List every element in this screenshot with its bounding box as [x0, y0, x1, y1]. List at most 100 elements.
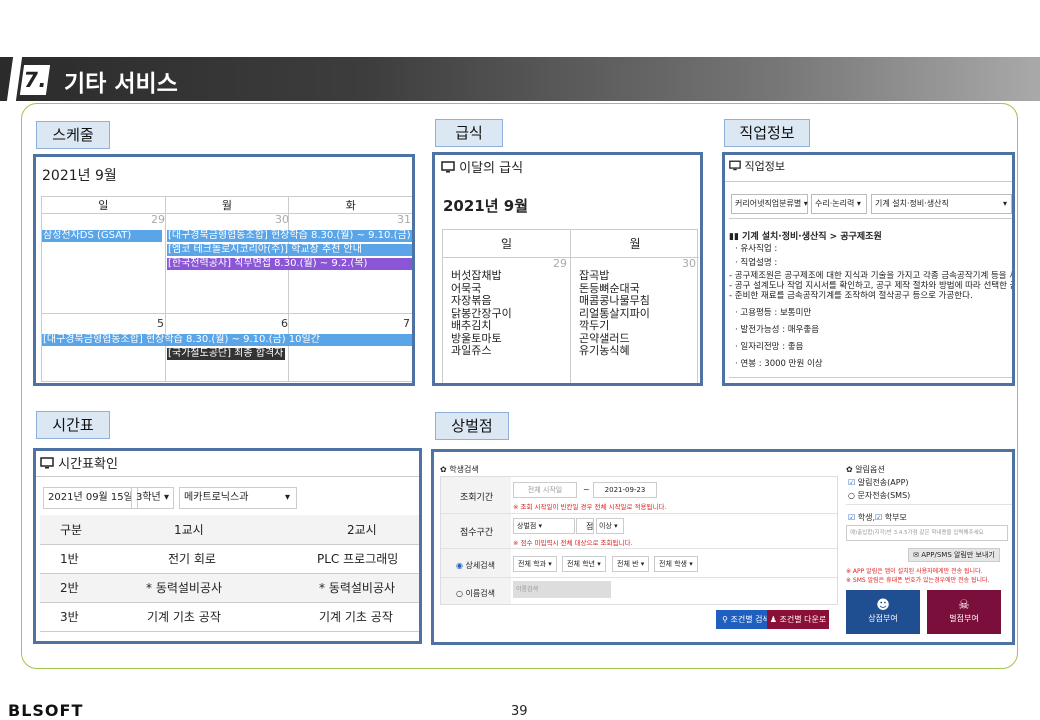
- checkbox-checked-icon: ☑: [874, 513, 883, 522]
- table-header: 구분: [40, 515, 102, 545]
- period-note: ※ 조회 시작일이 빈칸일 경우 전체 시작일로 적용됩니다.: [513, 503, 667, 511]
- timetable-heading: 시간표확인: [40, 453, 118, 472]
- meal-item: 버섯잡채밥: [451, 269, 502, 282]
- app-checkbox[interactable]: ☑ 알림전송(APP): [848, 477, 909, 488]
- meal-heading-text: 이달의 급식: [459, 161, 524, 176]
- meal-item: 유기농식혜: [579, 344, 630, 357]
- message-input[interactable]: 예)출입합(지각)반 3.4.5가점 같은 학내용을 입력해주세요: [846, 525, 1008, 541]
- job-line: · 고용평등 : 보통미만: [735, 308, 812, 318]
- download-button[interactable]: ♟ 조건별 다운로드: [767, 610, 829, 642]
- divider: [441, 548, 837, 549]
- job-ability-select[interactable]: 수리·논리력 ▾: [811, 194, 867, 214]
- reward-panel: ✿ 학생검색 조회기간 전체 시작일 ~ 2021-09-23 ※ 조회 시작일…: [431, 449, 1015, 645]
- score-type-select[interactable]: 상벌점 ▾: [513, 518, 575, 534]
- job-heading-text: 직업정보: [744, 160, 785, 173]
- section-number: 7.: [19, 65, 51, 95]
- calendar-event[interactable]: [국가철도공단] 최종 합격자: [167, 348, 285, 360]
- envelope-icon: ✉: [913, 551, 920, 559]
- table-header: 1교시: [102, 515, 282, 545]
- button-label: 상점부여: [868, 614, 898, 623]
- grade-select[interactable]: 3학년 ▾: [131, 487, 174, 509]
- meal-day-header: 일: [443, 230, 570, 258]
- table-cell: * 동력설비공사: [102, 573, 282, 603]
- job-title: ▮▮ 기계 설치·정비·생산직 > 공구제조원: [729, 229, 882, 242]
- job-line: · 연봉 : 3000 만원 이상: [735, 359, 823, 369]
- student-search-title: ✿ 학생검색: [440, 464, 479, 475]
- calendar-cell[interactable]: [41, 313, 166, 382]
- department-select[interactable]: 메카트로닉스과 ▾: [179, 487, 297, 509]
- monitor-icon: [441, 161, 455, 173]
- smile-icon: ☻: [876, 598, 890, 613]
- select-value: 전체 학생: [659, 560, 687, 568]
- table-row: 1반 전기 회로 PLC 프로그래밍: [40, 544, 419, 574]
- plus-point-button[interactable]: ☻ 상점부여: [846, 590, 920, 634]
- meal-panel: 이달의 급식 2021년 9월 일 29 버섯잡채밥 어묵국 자장볶음 닭봉간장구이 배…: [432, 152, 703, 386]
- period-end-input[interactable]: 2021-09-23: [593, 482, 657, 498]
- dept-select[interactable]: 전체 학과 ▾: [513, 556, 557, 572]
- checkbox-label: 학부모: [884, 513, 907, 522]
- title-text: 학생검색: [449, 465, 479, 474]
- calendar-event[interactable]: [엠코 테크놀로지코리아(주)] 학교장 추천 안내: [167, 244, 412, 256]
- detail-search-radio[interactable]: ◉ 상세검색: [456, 560, 495, 571]
- sms-note: ※ SMS 알림은 휴대폰 번호가 있는경우에만 전송 됩니다.: [846, 577, 990, 584]
- meal-item: 매콤콩나물무침: [579, 294, 650, 307]
- label-schedule: 스케줄: [36, 121, 110, 149]
- schedule-calendar: 2021년 9월 일 월 화 29 30 31 5 6 7 삼성전자DS (GS…: [33, 154, 415, 386]
- meal-heading: 이달의 급식: [441, 157, 523, 176]
- tilde: ~: [583, 485, 590, 494]
- class-select[interactable]: 전체 반 ▾: [612, 556, 650, 572]
- sms-radio[interactable]: ○ 문자전송(SMS): [848, 490, 910, 501]
- table-cell: 기계 기초 공작: [102, 602, 282, 632]
- grade-select[interactable]: 전체 학년 ▾: [562, 556, 606, 572]
- target-checkboxes[interactable]: ☑ 학생,☑ 학부모: [848, 512, 907, 523]
- button-label: APP/SMS 알림만 보내기: [921, 551, 995, 559]
- page-number: 39: [511, 704, 528, 719]
- calendar-event[interactable]: 삼성전자DS (GSAT): [42, 230, 162, 242]
- student-select[interactable]: 전체 학생 ▾: [654, 556, 698, 572]
- gear-icon: ✿: [846, 465, 853, 474]
- radio-empty-icon: ○: [848, 491, 855, 500]
- name-search-input[interactable]: 이름검색: [513, 581, 611, 598]
- chevron-down-icon: ▾: [163, 492, 169, 503]
- select-value: 이상: [599, 522, 612, 530]
- calendar-event[interactable]: [대구경북금형협동조합] 현장학습 8.30.(월) ~ 9.10.(금) 10…: [42, 334, 412, 346]
- timetable-table: 구분 1교시 2교시 1반 전기 회로 PLC 프로그래밍 2반 * 동력설비공사 * …: [40, 515, 419, 632]
- app-note: ※ APP 알림은 앱이 설치된 사용자에게만 전송 됩니다.: [846, 568, 983, 575]
- meal-items-mon: 잡곡밥 돈등뼈순대국 매콤콩나물무침 리얼통살지파이 깍두기 곤약샐러드 유기농식혜: [571, 269, 699, 358]
- job-line: · 발전가능성 : 매우좋음: [735, 325, 820, 335]
- label-reward: 상벌점: [435, 412, 509, 440]
- minus-point-button[interactable]: ☠ 벌점부여: [927, 590, 1001, 634]
- table-cell: 3반: [40, 602, 102, 632]
- job-title-text: 기계 설치·정비·생산직 > 공구제조원: [742, 232, 882, 242]
- period-start-input[interactable]: 전체 시작일: [513, 482, 577, 498]
- job-field-select[interactable]: 기계 설치·정비·생산직 ▾: [871, 194, 1012, 214]
- select-value: 전체 학과: [518, 560, 546, 568]
- date-number: 31: [397, 213, 411, 226]
- gear-icon: ✿: [440, 465, 447, 474]
- label-timetable: 시간표: [36, 411, 110, 439]
- meal-items-sun: 버섯잡채밥 어묵국 자장볶음 닭봉간장구이 배추김치 방울토마토 과일쥬스: [443, 269, 570, 358]
- timetable-heading-text: 시간표확인: [58, 457, 118, 472]
- label-meal: 급식: [435, 119, 503, 147]
- job-panel: 직업정보 커리어넷직업분류별 ▾ 수리·논리력 ▾ 기계 설치·정비·생산직 ▾ …: [722, 152, 1015, 386]
- calendar-event[interactable]: [한국전력공사] 직무면접 8.30.(월) ~ 9.2.(목): [167, 258, 412, 270]
- divider: [441, 513, 837, 514]
- job-line: · 유사직업 :: [735, 244, 778, 254]
- score-note: ※ 점수 미입력시 전체 대상으로 조회됩니다.: [513, 539, 633, 547]
- select-value: 메카트로닉스과: [184, 492, 249, 503]
- calendar-cell[interactable]: [288, 313, 412, 382]
- date-number: 6: [281, 317, 288, 330]
- radio-label: 이름검색: [465, 589, 495, 598]
- table-cell: 기계 기초 공작: [282, 602, 419, 632]
- date-field[interactable]: 2021년 09월 15일: [43, 487, 138, 509]
- name-search-radio[interactable]: ○ 이름검색: [456, 588, 495, 599]
- calendar-cell[interactable]: [41, 213, 166, 314]
- send-alarm-button[interactable]: ✉ APP/SMS 알림만 보내기: [908, 548, 1000, 562]
- score-compare-select[interactable]: 이상 ▾: [596, 518, 624, 534]
- calendar-event[interactable]: [대구경북금형협동조합] 현장학습 8.30.(월) ~ 9.10.(금) 10: [167, 230, 412, 242]
- checkbox-label: 알림전송(APP): [857, 478, 909, 487]
- timetable-panel: 시간표확인 2021년 09월 15일 3학년 ▾ 메카트로닉스과 ▾ 구분 1교…: [33, 448, 422, 644]
- job-category-select[interactable]: 커리어넷직업분류별 ▾: [731, 194, 808, 214]
- job-line: · 일자리전망 : 좋음: [735, 342, 804, 352]
- score-unit: 점: [586, 522, 594, 531]
